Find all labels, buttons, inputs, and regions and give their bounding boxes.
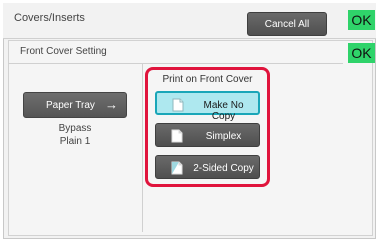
cancel-all-button[interactable]: Cancel All [247,12,327,36]
simplex-page-icon [170,129,184,143]
divider-horizontal [8,63,343,64]
option-label: 2-Sided Copy [193,163,254,174]
tray-source: Bypass [58,123,92,134]
tray-paper-type: Plain 1 [59,136,91,147]
paper-tray-button[interactable]: Paper Tray → [23,92,127,118]
ok-button-section[interactable]: OK [348,43,375,63]
blank-page-icon [171,98,185,112]
divider-vertical [142,64,143,232]
section-title: Front Cover Setting [20,46,107,57]
option-label: Make No Copy [203,100,244,122]
page-title: Covers/Inserts [14,12,85,24]
ok-button-header[interactable]: OK [348,10,375,30]
make-no-copy-button[interactable]: Make No Copy [155,91,260,122]
print-on-front-cover-label: Print on Front Cover [162,74,253,85]
arrow-right-icon: → [105,97,118,112]
simplex-button[interactable]: Simplex [155,123,260,147]
duplex-page-icon [170,161,184,175]
paper-tray-label: Paper Tray [46,100,95,111]
two-sided-copy-button[interactable]: 2-Sided Copy [155,155,260,179]
option-label: Simplex [205,131,242,142]
